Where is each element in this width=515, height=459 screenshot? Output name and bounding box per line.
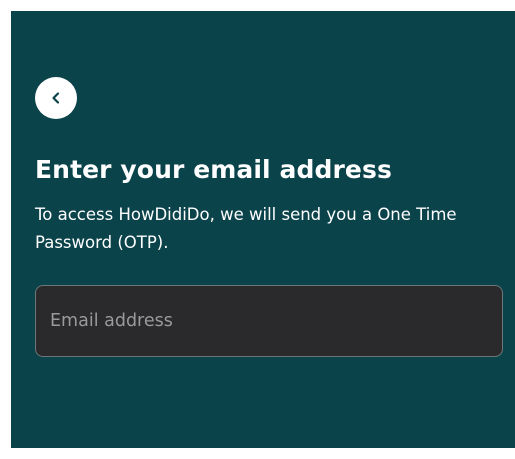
email-field[interactable]	[35, 285, 503, 357]
page-subtitle: To access HowDidiDo, we will send you a …	[35, 205, 457, 252]
chevron-left-icon	[52, 92, 60, 104]
email-entry-screen: Enter your email address To access HowDi…	[11, 11, 515, 448]
page-title: Enter your email address	[35, 155, 392, 184]
back-button[interactable]	[35, 77, 77, 119]
